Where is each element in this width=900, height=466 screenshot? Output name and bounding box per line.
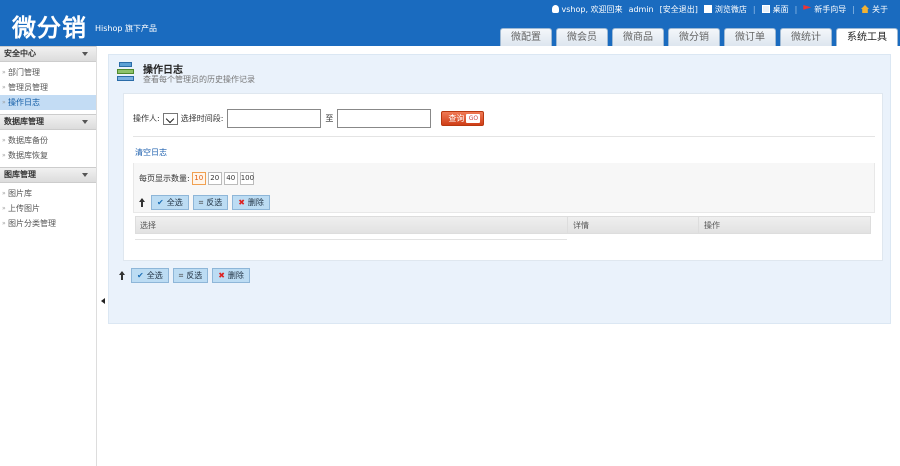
browse-store-link[interactable]: 浏览微店 [703, 4, 747, 15]
search-row: 操作人: 选择时间段: 至 查询 GO [133, 109, 485, 128]
list-toolbar: 每页显示数量: 10 20 40 100 ✔ 全选 ⌗ 反选 ✖ 删除 [133, 163, 875, 213]
username-link[interactable]: admin [629, 5, 654, 14]
tab-orders[interactable]: 微订单 [724, 28, 776, 46]
sidebar-item-admins[interactable]: 管理员管理 [0, 80, 96, 95]
select-all-button[interactable]: ✔ 全选 [151, 195, 189, 210]
welcome-text: vshop, 欢迎回来 [551, 4, 623, 15]
app-logo[interactable]: 微分销 [12, 8, 87, 43]
operator-select[interactable] [162, 112, 178, 125]
sidebar-item-db-backup[interactable]: 数据库备份 [0, 133, 96, 148]
start-date-input[interactable] [227, 109, 322, 128]
tab-products[interactable]: 微商品 [612, 28, 664, 46]
logout-link[interactable]: [安全退出] [660, 4, 698, 15]
store-icon [703, 5, 712, 13]
sidebar-group-security[interactable]: 安全中心 [0, 46, 96, 62]
per-page-option-10[interactable]: 10 [191, 172, 206, 185]
per-page-selector: 每页显示数量: 10 20 40 100 [139, 172, 254, 185]
to-label: 至 [325, 114, 334, 123]
delete-button[interactable]: ✖ 删除 [212, 268, 250, 283]
batch-actions-top: ✔ 全选 ⌗ 反选 ✖ 删除 [138, 195, 274, 210]
invert-icon: ⌗ [178, 271, 184, 280]
sidebar: 安全中心 部门管理 管理员管理 操作日志 数据库管理 数据库备份 数据库恢复 图… [0, 46, 97, 466]
clear-log-link[interactable]: 清空日志 [135, 147, 167, 158]
home-icon [861, 5, 869, 13]
sidebar-item-upload-image[interactable]: 上传图片 [0, 201, 96, 216]
sidebar-item-image-library[interactable]: 图片库 [0, 186, 96, 201]
sidebar-item-db-restore[interactable]: 数据库恢复 [0, 148, 96, 163]
divider [133, 136, 875, 137]
check-icon: ✔ [157, 198, 164, 207]
about-link[interactable]: 关于 [861, 4, 888, 15]
close-icon: ✖ [218, 271, 225, 280]
main-content: 操作日志 查看每个管理员的历史操作记录 操作人: 选择时间段: 至 查询 GO … [108, 54, 891, 324]
app-header: 微分销 Hishop 旗下产品 vshop, 欢迎回来 admin [安全退出]… [0, 0, 900, 46]
per-page-label: 每页显示数量: [139, 174, 190, 183]
go-label: GO [466, 114, 481, 123]
select-all-button[interactable]: ✔ 全选 [131, 268, 169, 283]
sidebar-collapse-icon[interactable] [101, 298, 105, 304]
tab-statistics[interactable]: 微统计 [780, 28, 832, 46]
col-select: 选择 [136, 217, 568, 233]
tab-system-tools[interactable]: 系统工具 [836, 28, 898, 46]
desktop-link[interactable]: 桌面 [761, 4, 789, 15]
col-details: 详情 [568, 217, 699, 233]
end-date-input[interactable] [337, 109, 432, 128]
col-actions: 操作 [704, 221, 720, 230]
page-description: 查看每个管理员的历史操作记录 [143, 75, 255, 84]
per-page-option-20[interactable]: 20 [207, 172, 222, 185]
batch-actions-bottom: ✔ 全选 ⌗ 反选 ✖ 删除 [118, 268, 254, 283]
check-icon: ✔ [137, 271, 144, 280]
user-icon [551, 5, 559, 13]
flag-icon [803, 5, 812, 10]
sidebar-item-operation-log[interactable]: 操作日志 [0, 95, 96, 110]
query-button[interactable]: 查询 GO [441, 111, 485, 126]
arrow-up-icon [138, 197, 148, 208]
arrow-up-icon [118, 270, 128, 281]
operator-label: 操作人: [133, 114, 160, 123]
top-links-bar: vshop, 欢迎回来 admin [安全退出] 浏览微店 | 桌面 | 新手向… [551, 3, 888, 15]
invert-select-button[interactable]: ⌗ 反选 [172, 268, 209, 283]
caret-down-icon [82, 52, 88, 56]
close-icon: ✖ [238, 198, 245, 207]
caret-down-icon [82, 173, 88, 177]
invert-icon: ⌗ [198, 198, 204, 207]
log-table: 选择 详情 操作 [135, 216, 871, 240]
tab-members[interactable]: 微会员 [556, 28, 608, 46]
invert-select-button[interactable]: ⌗ 反选 [192, 195, 229, 210]
delete-button[interactable]: ✖ 删除 [232, 195, 270, 210]
table-row [135, 234, 567, 240]
guide-link[interactable]: 新手向导 [803, 4, 846, 15]
per-page-option-100[interactable]: 100 [239, 172, 254, 185]
caret-down-icon [82, 120, 88, 124]
per-page-option-40[interactable]: 40 [223, 172, 238, 185]
table-header: 选择 详情 操作 [135, 216, 871, 234]
database-icon [117, 62, 135, 82]
monitor-icon [761, 5, 770, 13]
sidebar-item-image-categories[interactable]: 图片分类管理 [0, 216, 96, 231]
tab-distribution[interactable]: 微分销 [668, 28, 720, 46]
sidebar-item-departments[interactable]: 部门管理 [0, 65, 96, 80]
logo-subtitle: Hishop 旗下产品 [95, 24, 157, 33]
time-range-label: 选择时间段: [180, 114, 224, 123]
sidebar-group-database[interactable]: 数据库管理 [0, 114, 96, 130]
sidebar-group-gallery[interactable]: 图库管理 [0, 167, 96, 183]
main-tabs: 微配置 微会员 微商品 微分销 微订单 微统计 系统工具 [496, 28, 898, 46]
tab-config[interactable]: 微配置 [500, 28, 552, 46]
